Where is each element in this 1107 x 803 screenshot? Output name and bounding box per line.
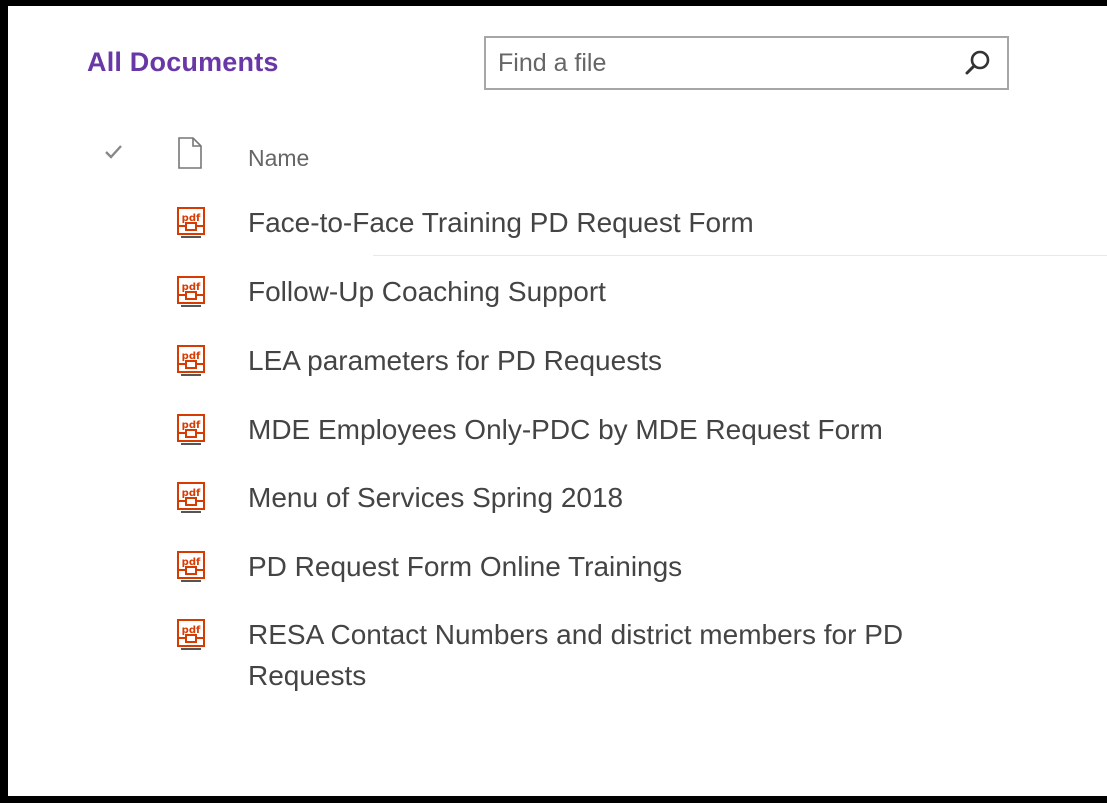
document-name-link[interactable]: MDE Employees Only-PDC by MDE Request Fo… — [248, 409, 978, 450]
pdf-file-icon: pdf — [175, 345, 207, 377]
row-hover-divider — [373, 255, 1107, 256]
document-name-link[interactable]: LEA parameters for PD Requests — [248, 340, 978, 381]
search-box[interactable] — [484, 36, 1009, 90]
document-name-link[interactable]: Face-to-Face Training PD Request Form — [248, 202, 978, 243]
file-type-header-icon[interactable] — [176, 136, 204, 170]
document-name-link[interactable]: RESA Contact Numbers and district member… — [248, 614, 978, 696]
pdf-file-icon: pdf — [175, 414, 207, 446]
document-name-link[interactable]: PD Request Form Online Trainings — [248, 546, 978, 587]
view-title-all-documents[interactable]: All Documents — [87, 47, 279, 78]
pdf-file-icon: pdf — [175, 619, 207, 651]
document-name-link[interactable]: Follow-Up Coaching Support — [248, 271, 978, 312]
pdf-file-icon: pdf — [175, 551, 207, 583]
column-header-name[interactable]: Name — [248, 145, 309, 172]
search-input[interactable] — [498, 38, 938, 88]
document-library: All Documents Name pdf Face-to-Face Train… — [8, 6, 1107, 796]
list-header: Name — [8, 136, 1107, 180]
pdf-file-icon: pdf — [175, 276, 207, 308]
pdf-file-icon: pdf — [175, 482, 207, 514]
document-name-link[interactable]: Menu of Services Spring 2018 — [248, 477, 978, 518]
pdf-file-icon: pdf — [175, 207, 207, 239]
search-button[interactable] — [963, 48, 993, 78]
search-icon — [965, 50, 990, 75]
select-all-checkmark-icon[interactable] — [103, 142, 125, 162]
